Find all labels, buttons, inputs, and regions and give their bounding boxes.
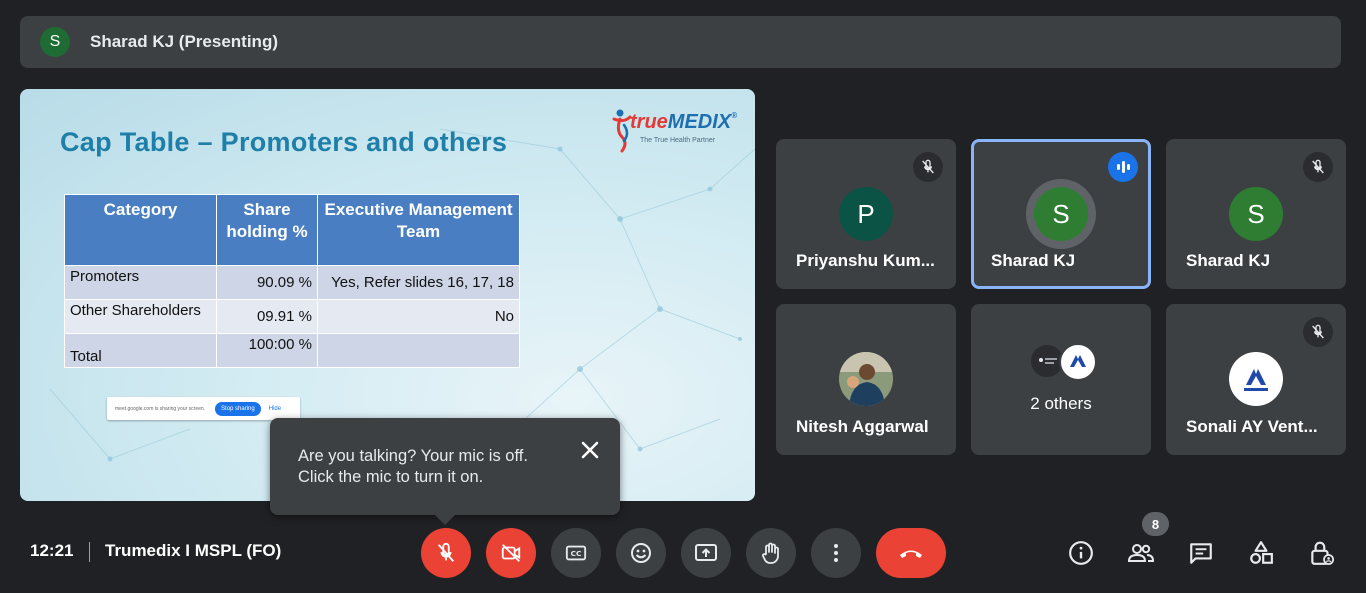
participant-name: Nitesh Aggarwal [796, 417, 929, 436]
mic-toggle-button[interactable] [421, 528, 471, 578]
closed-captions-icon: CC [565, 545, 587, 561]
participant-name: Priyanshu Kum... [796, 251, 935, 270]
avatar: S [1229, 187, 1283, 241]
activities-button[interactable] [1243, 535, 1279, 571]
table-cell: 90.09 % [216, 265, 318, 300]
camera-off-icon [501, 544, 521, 562]
leave-call-button[interactable] [876, 528, 946, 578]
present-screen-button[interactable] [681, 528, 731, 578]
close-icon[interactable] [578, 438, 602, 462]
smiley-icon [631, 543, 651, 563]
mic-off-tooltip: Are you talking? Your mic is off. Click … [270, 418, 620, 525]
chat-button[interactable] [1183, 535, 1219, 571]
lock-person-icon [1311, 541, 1334, 565]
logo-wordmark: trueMEDIX® [630, 111, 738, 133]
others-avatar-2 [1059, 343, 1097, 381]
raise-hand-button[interactable] [746, 528, 796, 578]
activities-shapes-icon [1250, 541, 1273, 564]
stop-sharing-button: Stop sharing [215, 401, 261, 416]
tooltip-text: Are you talking? Your mic is off. Click … [298, 447, 528, 486]
table-row: Total 100:00 % [64, 333, 520, 368]
mic-off-icon [1303, 152, 1333, 182]
table-cell: 100:00 % [216, 333, 318, 368]
truemedix-logo: trueMEDIX® The True Health Partner [610, 105, 745, 153]
table-cell [317, 333, 520, 368]
table-cell: Promoters [64, 265, 217, 300]
end-call-icon [900, 550, 922, 558]
chat-icon [1190, 543, 1212, 564]
speaking-indicator-icon [1108, 152, 1138, 182]
table-row: Promoters 90.09 % Yes, Refer slides 16, … [64, 265, 520, 300]
host-controls-button[interactable] [1303, 535, 1339, 571]
captions-button[interactable]: CC [551, 528, 601, 578]
participant-tile[interactable]: P Priyanshu Kum... [776, 139, 956, 289]
participant-tile-active-speaker[interactable]: S Sharad KJ [971, 139, 1151, 289]
avatar-photo [839, 352, 893, 406]
screen-share-notice: meet.google.com is sharing your screen. … [107, 397, 300, 420]
camera-toggle-button[interactable] [486, 528, 536, 578]
people-button[interactable] [1123, 535, 1159, 571]
table-cell: No [317, 299, 520, 334]
share-notice-text: meet.google.com is sharing your screen. [115, 405, 206, 412]
hide-link: Hide [268, 405, 282, 412]
meeting-clock: 12:21 [30, 541, 74, 560]
mic-off-icon [1303, 317, 1333, 347]
people-count-badge: 8 [1142, 512, 1169, 536]
ay-ventures-logo-icon [1244, 369, 1268, 391]
participant-tile[interactable]: S Sharad KJ [1166, 139, 1346, 289]
divider [89, 542, 90, 562]
cap-table: Category Share holding % Executive Manag… [64, 194, 520, 368]
meeting-details-button[interactable] [1063, 535, 1099, 571]
table-header: Share holding % [216, 194, 318, 266]
table-header: Category [64, 194, 217, 266]
table-cell: Other Shareholders [64, 299, 217, 334]
presenter-name: Sharad KJ (Presenting) [90, 32, 278, 51]
meeting-title: Trumedix I MSPL (FO) [105, 541, 282, 560]
others-count-label: 2 others [1030, 394, 1092, 413]
avatar: P [839, 187, 893, 241]
more-vertical-icon [834, 544, 838, 562]
participant-name: Sharad KJ [991, 251, 1076, 270]
present-screen-icon [695, 544, 717, 561]
mic-off-icon [437, 542, 455, 562]
mic-off-icon [913, 152, 943, 182]
logo-tagline: The True Health Partner [640, 137, 716, 144]
participant-tile[interactable]: Sonali AY Vent... [1166, 304, 1346, 455]
table-cell: Yes, Refer slides 16, 17, 18 [317, 265, 520, 300]
avatar-logo [1229, 352, 1283, 406]
people-icon [1127, 544, 1155, 562]
participant-name: Sonali AY Vent... [1186, 417, 1318, 436]
svg-text:CC: CC [571, 549, 582, 558]
participant-tile[interactable]: Nitesh Aggarwal [776, 304, 956, 455]
participant-name: Sharad KJ [1186, 251, 1271, 270]
emoji-reaction-button[interactable] [616, 528, 666, 578]
avatar: S [1034, 187, 1088, 241]
table-header-row: Category Share holding % Executive Manag… [64, 194, 520, 266]
table-cell: 09.91 % [216, 299, 318, 334]
info-icon [1069, 541, 1093, 565]
table-row: Other Shareholders 09.91 % No [64, 299, 520, 334]
more-options-button[interactable] [811, 528, 861, 578]
presenter-bar[interactable]: S Sharad KJ (Presenting) [20, 16, 1341, 68]
participant-tile-others[interactable]: 2 others [971, 304, 1151, 455]
table-cell: Total [64, 333, 217, 368]
hand-icon [762, 542, 779, 564]
table-header: Executive Management Team [317, 194, 520, 266]
slide-title: Cap Table – Promoters and others [60, 127, 508, 157]
presenter-avatar: S [40, 27, 70, 57]
